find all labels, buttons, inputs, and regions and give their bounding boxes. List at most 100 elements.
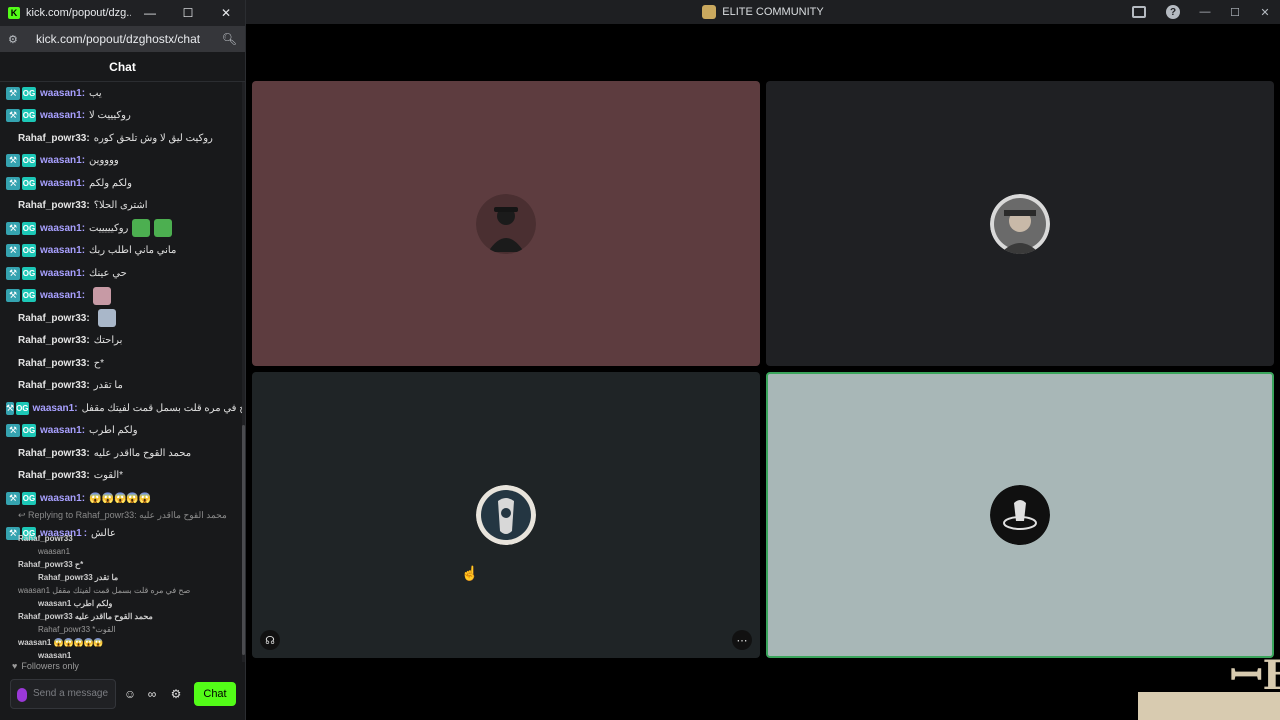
chat-message[interactable]: ⚒ OG waasan1: ماني ماني اطلب ربك [6,240,242,263]
chat-message[interactable]: ⚒ OG waasan1: ولكم اطرب [6,420,242,443]
overlapping-chat-line: Rahaf_powr33 [18,534,73,543]
username[interactable]: waasan1 [40,425,82,436]
og-badge-icon: OG [22,154,36,168]
username-separator: : [81,87,86,99]
username-separator: : [81,155,86,167]
message-text: روكيت ليق لا وش تلحق كوره [93,132,213,144]
popup-title-bar: K kick.com/popout/dzg... — ☐ ✕ [0,0,245,26]
og-badge-icon: OG [22,86,36,100]
moderator-badge-icon: ⚒ [6,266,20,280]
popup-title: kick.com/popout/dzg... [26,7,131,19]
chat-message-list[interactable]: ⚒ OG waasan1: يب ⚒ OG waasan1: روكيييت لا Rahaf_… [6,82,242,512]
chat-message[interactable]: Rahaf_powr33: محمد القوح مااقدر عليه [6,442,242,465]
username[interactable]: Rahaf_powr33 [18,133,86,144]
popup-minimize-button[interactable]: — [131,6,169,20]
moderator-badge-icon: ⚒ [6,424,20,438]
site-settings-icon[interactable]: ⚙ [8,33,22,46]
username[interactable]: Rahaf_powr33 [18,470,86,481]
chat-message[interactable]: ⚒ OG waasan1: يب [6,82,242,105]
overlapping-chat-line: waasan1 ولكم اطرب [38,599,113,608]
username[interactable]: waasan1 [40,493,82,504]
username[interactable]: waasan1 [40,155,82,166]
message-text: براحتك [93,335,123,347]
username-separator: : [81,177,86,189]
message-text: روكيييت لا [89,110,131,122]
username-separator: : [86,470,90,482]
username[interactable]: waasan1 [40,178,82,189]
message-input[interactable]: Send a message [10,679,116,709]
participant-avatar [990,485,1050,545]
og-badge-icon: OG [22,244,36,258]
username[interactable]: Rahaf_powr33 [18,380,86,391]
overlapping-chat-line: waasan1 😱😱😱😱😱 [18,638,104,647]
emoji-button[interactable]: ☺ [122,686,138,702]
chat-scrollbar-thumb[interactable] [242,425,245,655]
chat-message[interactable]: ⚒ OG waasan1: [6,285,242,308]
soundboard-button[interactable]: ☊ [260,630,280,650]
username[interactable]: waasan1 [40,290,82,301]
chat-message[interactable]: ⚒ OG waasan1: روكيييييت [6,217,242,240]
address-bar[interactable]: ⚙ kick.com/popout/dzghostx/chat 🔍︎ [0,26,245,52]
server-title: ELITE COMMUNITY [702,5,824,19]
inbox-button[interactable] [1122,0,1156,24]
help-button[interactable]: ? [1156,0,1190,24]
chat-message[interactable]: ⚒ OG waasan1: روكيييت لا [6,105,242,128]
chat-message[interactable]: ⚒ OG waasan1: صح في مره قلت بسمل قمت لفيتك … [6,397,242,420]
username[interactable]: waasan1 [40,88,82,99]
username[interactable]: waasan1 [33,403,75,414]
popup-close-button[interactable]: ✕ [207,6,245,20]
username[interactable]: waasan1 [40,223,82,234]
overlapping-chat-line: waasan1 صح في مره قلت بسمل قمت لفيتك مقف… [18,586,191,595]
og-badge-icon: OG [22,176,36,190]
chat-message[interactable]: Rahaf_powr33: ح* [6,352,242,375]
chat-message[interactable]: Rahaf_powr33: براحتك [6,330,242,353]
url-text: kick.com/popout/dzghostx/chat [36,32,201,46]
overlapping-chat-line: Rahaf_powr33 محمد القوح مااقدر عليه [18,612,153,621]
heart-icon: ♥ [12,661,18,671]
chat-message[interactable]: ⚒ OG waasan1: 😱😱😱😱😱 [6,487,242,510]
chat-message[interactable]: ⚒ OG waasan1: ولكم ولكم [6,172,242,195]
participant-tile[interactable] [252,81,760,366]
chat-message[interactable]: Rahaf_powr33: القوت* [6,465,242,488]
username[interactable]: Rahaf_powr33 [18,200,86,211]
participant-tile[interactable] [766,81,1274,366]
username[interactable]: Rahaf_powr33 [18,448,86,459]
close-button[interactable]: ✕ [1250,0,1280,24]
username[interactable]: Rahaf_powr33 [18,313,86,324]
popup-maximize-button[interactable]: ☐ [169,6,207,20]
kick-chat-popup: K kick.com/popout/dzg... — ☐ ✕ ⚙ kick.co… [0,0,246,720]
username-separator: : [86,132,90,144]
chat-settings-icon[interactable]: ⚙ [168,686,184,702]
chat-message[interactable]: ⚒ OG waasan1: ووووين [6,150,242,173]
username[interactable]: waasan1 [40,245,82,256]
followers-label: Followers only [21,661,79,671]
username-separator: : [86,447,90,459]
participant-avatar [476,193,536,254]
send-chat-button[interactable]: Chat [194,682,236,706]
participant-tile-speaking[interactable] [766,372,1274,658]
minimize-button[interactable]: — [1190,0,1220,24]
participant-avatar [990,193,1050,254]
discord-top-bar: ELITE COMMUNITY ? — ☐ ✕ [246,0,1280,24]
server-icon [702,5,717,19]
zoom-icon[interactable]: 🔍︎ [222,32,237,46]
username[interactable]: Rahaf_powr33 [18,335,86,346]
chat-message[interactable]: Rahaf_powr33: ما تقدر [6,375,242,398]
username[interactable]: waasan1 [40,268,82,279]
overlapping-chat-line: Rahaf_powr33 *القوت [38,625,116,634]
participant-tile[interactable]: ☊ ⋯ [252,372,760,658]
chat-message[interactable]: Rahaf_powr33: [6,307,242,330]
moderator-badge-icon: ⚒ [6,244,20,258]
emote-icon [97,309,116,328]
username[interactable]: waasan1 [40,110,82,121]
emote-button[interactable]: ∞ [144,686,160,702]
followers-only-indicator: ♥ Followers only [12,661,79,671]
chat-message[interactable]: Rahaf_powr33: اشترى الحلا؟ [6,195,242,218]
chat-message[interactable]: Rahaf_powr33: روكيت ليق لا وش تلحق كوره [6,127,242,150]
username[interactable]: Rahaf_powr33 [18,358,86,369]
server-title-text: ELITE COMMUNITY [722,6,824,18]
chat-message[interactable]: ⚒ OG waasan1: حي عينك [6,262,242,285]
more-options-button[interactable]: ⋯ [732,630,752,650]
moderator-badge-icon: ⚒ [6,401,15,415]
maximize-button[interactable]: ☐ [1220,0,1250,24]
